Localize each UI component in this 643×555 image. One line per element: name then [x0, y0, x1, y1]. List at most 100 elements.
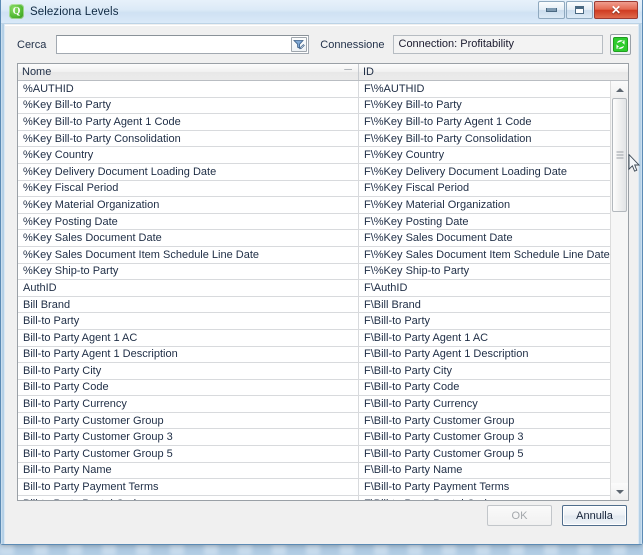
- cell-id: F\%Key Bill-to Party: [364, 99, 462, 112]
- table-row[interactable]: %Key Material Organization F\%Key Materia…: [18, 197, 610, 214]
- cell-id: F\AuthID: [364, 281, 408, 294]
- table-row[interactable]: %AUTHID F\%AUTHID: [18, 81, 610, 98]
- table-row[interactable]: %Key Ship-to Party F\%Key Ship-to Party: [18, 263, 610, 281]
- table-row[interactable]: Bill-to Party Customer Group 3 F\Bill-to …: [18, 429, 610, 447]
- minimize-button[interactable]: [538, 1, 565, 19]
- cell-nome: %Key Bill-to Party Consolidation: [18, 130, 359, 147]
- table-row[interactable]: %Key Posting Date F\%Key Posting Date: [18, 213, 610, 231]
- table-row[interactable]: Bill-to Party Name F\Bill-to Party Name: [18, 462, 610, 480]
- maximize-button[interactable]: [566, 1, 593, 19]
- cell-nome: Bill-to Party Agent 1 Description: [18, 346, 359, 363]
- window-controls: ✕: [538, 1, 638, 19]
- column-header-id[interactable]: ID: [359, 64, 628, 80]
- cell-id: F\%Key Sales Document Date: [364, 232, 513, 245]
- column-header-nome[interactable]: Nome: [18, 64, 359, 80]
- table-row[interactable]: Bill Brand F\Bill Brand: [18, 296, 610, 314]
- connection-label: Connessione: [320, 38, 385, 51]
- cell-nome: Bill-to Party Code: [18, 379, 359, 396]
- cell-nome: %Key Sales Document Date: [18, 230, 359, 246]
- cell-id: F\Bill Brand: [364, 298, 421, 311]
- cell-id: F\Bill-to Party Payment Terms: [364, 481, 510, 494]
- maximize-icon: [575, 6, 584, 14]
- toolbar: Cerca Connessione Connection: Profitabil…: [5, 26, 638, 56]
- grid-rows: %AUTHID F\%AUTHID %Key Bill-to Party F\%Key…: [18, 81, 610, 500]
- cell-nome: %Key Ship-to Party: [18, 263, 359, 280]
- cell-nome: Bill-to Party: [18, 313, 359, 329]
- scrollbar-track[interactable]: [611, 98, 628, 483]
- table-row[interactable]: Bill-to Party Agent 1 Description F\Bill-…: [18, 346, 610, 364]
- cell-id: F\Bill-to Party Customer Group: [364, 414, 515, 427]
- table-row[interactable]: Bill-to Party Agent 1 AC F\Bill-to Party …: [18, 329, 610, 347]
- table-row[interactable]: AuthID F\AuthID: [18, 280, 610, 297]
- table-row[interactable]: Bill-to Party Postal CodeF\Bill-to Party…: [18, 495, 610, 500]
- cell-nome: %Key Country: [18, 147, 359, 163]
- table-row[interactable]: %Key Sales Document Item Schedule Line D…: [18, 246, 610, 264]
- refresh-icon[interactable]: [610, 34, 631, 55]
- table-row[interactable]: %Key Bill-to Party F\%Key Bill-to Party: [18, 97, 610, 115]
- title-bar[interactable]: Q Seleziona Levels ✕: [1, 0, 642, 24]
- table-row[interactable]: %Key Fiscal Period F\%Key Fiscal Period: [18, 180, 610, 198]
- cell-id: F\Bill-to Party Agent 1 Description: [364, 348, 529, 361]
- app-icon-glyph: Q: [12, 5, 21, 17]
- cell-nome: %Key Posting Date: [18, 213, 359, 230]
- table-row[interactable]: %Key Bill-to Party Agent 1 Code F\%Key Bi…: [18, 114, 610, 131]
- cell-nome: Bill-to Party City: [18, 363, 359, 379]
- table-row[interactable]: Bill-to Party Customer Group 5 F\Bill-to …: [18, 446, 610, 463]
- cell-id: F\%Key Bill-to Party Consolidation: [364, 132, 532, 145]
- scroll-down-arrow-icon[interactable]: [611, 483, 628, 500]
- cell-id: F\%Key Posting Date: [364, 215, 469, 228]
- cell-id: F\%Key Ship-to Party: [364, 265, 470, 278]
- close-icon: ✕: [610, 3, 622, 17]
- scroll-up-arrow-icon[interactable]: [611, 81, 628, 98]
- table-row[interactable]: %Key Bill-to Party Consolidation F\%Key B…: [18, 130, 610, 148]
- cell-id: F\Bill-to Party Agent 1 AC: [364, 331, 489, 344]
- cell-nome: %Key Sales Document Item Schedule Line D…: [18, 246, 359, 263]
- table-row[interactable]: Bill-to Party City F\Bill-to Party City: [18, 363, 610, 380]
- search-label: Cerca: [17, 38, 47, 51]
- cell-id: F\Bill-to Party City: [364, 364, 453, 377]
- cell-id: F\Bill-to Party Customer Group 3: [364, 431, 524, 444]
- filter-edit-icon[interactable]: [291, 37, 308, 52]
- table-row[interactable]: %Key Sales Document Date F\%Key Sales Doc…: [18, 230, 610, 247]
- table-row[interactable]: %Key Country F\%Key Country: [18, 147, 610, 164]
- table-row[interactable]: Bill-to Party Customer Group F\Bill-to Pa…: [18, 412, 610, 430]
- cell-nome: Bill-to Party Customer Group 5: [18, 446, 359, 462]
- sort-ascending-icon: [344, 64, 353, 75]
- column-header-id-label: ID: [363, 66, 374, 78]
- connection-value: Connection: Profitability: [392, 35, 603, 54]
- cell-nome: %Key Fiscal Period: [18, 180, 359, 197]
- cell-nome: Bill-to Party Customer Group 3: [18, 429, 359, 446]
- table-row[interactable]: Bill-to Party Code F\Bill-to Party Code: [18, 379, 610, 397]
- scroll-down-glyph: [615, 489, 624, 494]
- cell-nome: %AUTHID: [18, 81, 359, 97]
- cell-nome: Bill-to Party Payment Terms: [18, 479, 359, 495]
- table-row[interactable]: Bill-to Party Payment Terms F\Bill-to Par…: [18, 479, 610, 496]
- search-field-wrapper: [56, 35, 310, 54]
- dialog-footer: OK Annulla: [5, 501, 638, 543]
- ok-button[interactable]: OK: [487, 505, 552, 526]
- grid-vertical-scrollbar[interactable]: [610, 81, 628, 500]
- cell-id: F\%Key Bill-to Party Agent 1 Code: [364, 115, 532, 128]
- search-input[interactable]: [56, 35, 310, 54]
- cancel-button[interactable]: Annulla: [562, 505, 627, 526]
- cell-nome: Bill-to Party Currency: [18, 396, 359, 412]
- scrollbar-thumb[interactable]: [612, 98, 627, 212]
- cell-nome: Bill-to Party Postal Code: [18, 495, 359, 500]
- table-row[interactable]: Bill-to Party F\Bill-to Party: [18, 313, 610, 330]
- quality-center-icon: Q: [9, 4, 24, 19]
- minimize-icon: [546, 8, 557, 12]
- cell-nome: Bill-to Party Customer Group: [18, 412, 359, 429]
- table-row[interactable]: %Key Delivery Document Loading Date F\%Ke…: [18, 163, 610, 181]
- cell-nome: Bill-to Party Agent 1 AC: [18, 329, 359, 346]
- cell-id: F\Bill-to Party Name: [364, 464, 463, 477]
- cell-id: F\Bill-to Party Customer Group 5: [364, 447, 524, 460]
- cell-id: F\%Key Sales Document Item Schedule Line…: [364, 248, 610, 261]
- close-button[interactable]: ✕: [594, 1, 638, 19]
- cell-nome: %Key Delivery Document Loading Date: [18, 163, 359, 180]
- cell-id: F\%Key Material Organization: [364, 198, 511, 211]
- grid-header-row: Nome ID: [18, 64, 628, 81]
- cell-id: F\Bill-to Party: [364, 315, 431, 328]
- table-row[interactable]: Bill-to Party Currency F\Bill-to Party Cu…: [18, 396, 610, 413]
- scrollbar-thumb-grip: [616, 151, 623, 159]
- grid-scroll-area: %AUTHID F\%AUTHID %Key Bill-to Party F\%Key…: [18, 81, 628, 500]
